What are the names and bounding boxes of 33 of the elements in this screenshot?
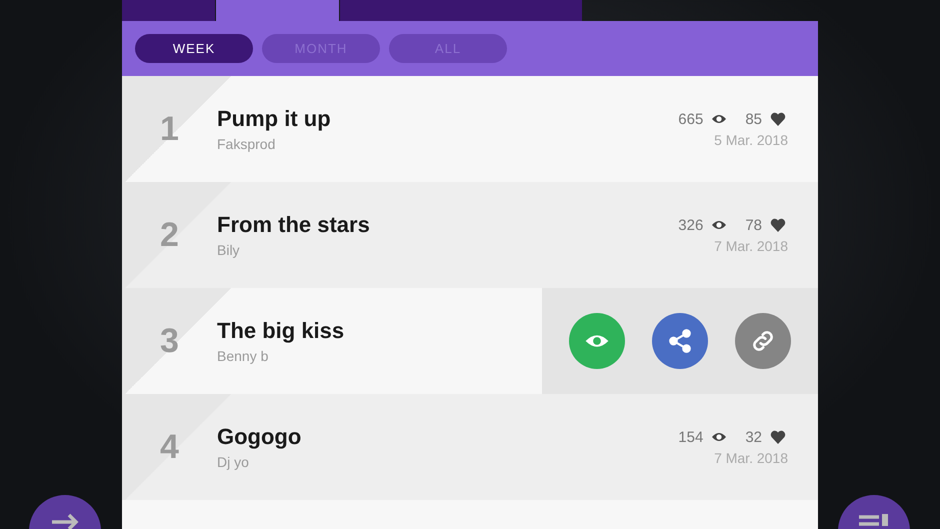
share-icon [667, 328, 693, 354]
filter-button[interactable]: WEEK [135, 34, 253, 63]
date: 5 Mar. 2018 [714, 132, 788, 148]
list-icon [857, 513, 891, 529]
artist-name: Bily [217, 242, 241, 258]
track-title: From the stars [217, 212, 371, 238]
rank-number: 2 [159, 216, 180, 254]
like-count: 85 [745, 110, 762, 128]
artist-name: Faksprod [217, 136, 276, 152]
date: 7 Mar. 2018 [714, 238, 788, 254]
rank-number: 4 [159, 428, 180, 466]
track-title: Pump it up [217, 106, 332, 132]
artist-name: Dj yo [217, 454, 250, 470]
heart-icon [768, 111, 788, 127]
view-count: 154 [678, 428, 704, 446]
heart-icon [768, 429, 788, 445]
track-row[interactable] [122, 500, 818, 529]
heart-icon [768, 217, 788, 233]
track-title: Gogogo [217, 424, 302, 450]
track-row[interactable]: 2 From the stars Bily 326 78 7 Mar. 2018 [122, 182, 818, 288]
track-row[interactable]: 4 Gogogo Dj yo 154 32 7 Mar. 2018 [122, 394, 818, 500]
like-count: 32 [745, 428, 762, 446]
rank-number: 1 [159, 110, 180, 148]
track-row[interactable]: 3 The big kiss Benny b [122, 288, 818, 394]
date: 7 Mar. 2018 [714, 450, 788, 466]
view-count: 326 [678, 216, 704, 234]
track-title: The big kiss [217, 318, 346, 344]
artist-name: Benny b [217, 348, 270, 364]
track-row[interactable]: 1 Pump it up Faksprod 665 85 5 Mar. 2018 [122, 76, 818, 182]
rank-number: 3 [159, 322, 180, 360]
arrow-icon [50, 513, 80, 529]
like-count: 78 [745, 216, 762, 234]
view-count: 665 [678, 110, 704, 128]
